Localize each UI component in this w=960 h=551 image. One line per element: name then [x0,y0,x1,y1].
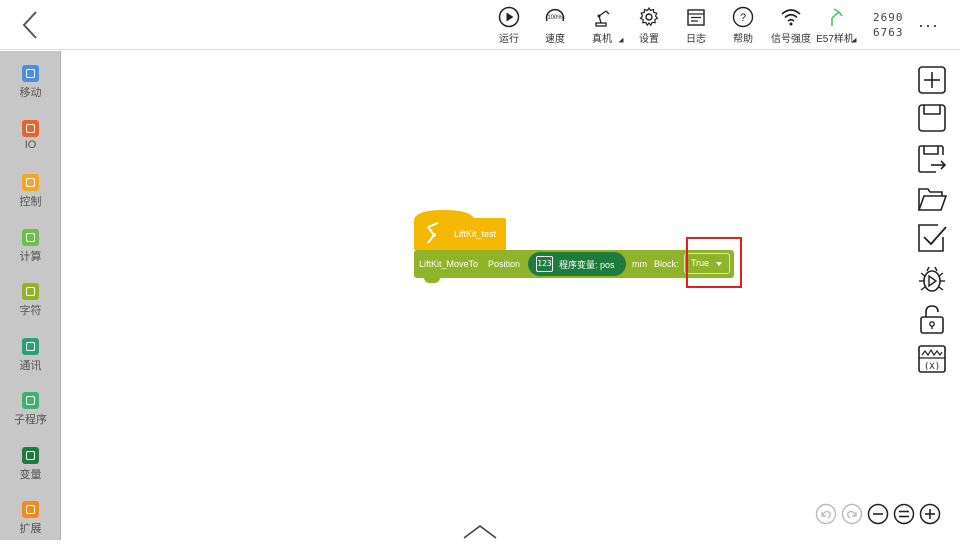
hat-block-label: LiftKit_test [454,229,497,239]
block-connector [424,277,440,283]
speed-value: 100% [547,15,563,21]
corner-caret-icon [618,37,624,43]
run-label: 运行 [499,34,519,45]
speed-button[interactable]: 100% 速度 [530,6,580,48]
signal-strength-label: 信号强度 [771,34,811,45]
folder-open-icon[interactable] [916,183,948,215]
variable-monitor-icon[interactable]: (X) [916,343,948,375]
category-control-label: 控制 [19,196,42,208]
category-move[interactable]: 移动 [0,65,61,115]
save-as-icon[interactable] [916,143,948,175]
run-button[interactable]: 运行 [484,6,534,48]
category-sidebar: 移动 IO 控制 计算 字符 通讯 子程序 变量 扩展 [0,51,61,540]
category-calculate-label: 计算 [19,251,42,263]
calculator-icon [22,229,39,246]
block-workspace[interactable] [62,51,960,540]
check-program-icon[interactable] [916,222,948,254]
coordinate-line-1: 2690 [873,11,904,24]
subprogram-icon [22,392,39,409]
back-button[interactable] [18,8,44,42]
unit-label: mm [632,259,647,269]
svg-text:(X): (X) [924,362,940,372]
category-extension[interactable]: 扩展 [0,501,61,551]
settings-label: 设置 [639,34,659,45]
svg-text:?: ? [740,12,746,24]
zoom-in-icon[interactable] [919,503,941,525]
speed-label: 速度 [545,34,565,45]
position-label: Position [488,259,521,269]
category-variable[interactable]: 变量 [0,447,61,497]
category-subprogram[interactable]: 子程序 [0,392,61,442]
help-button[interactable]: ? 帮助 [718,6,768,48]
category-io[interactable]: IO [0,120,61,170]
category-move-label: 移动 [19,87,42,99]
variable-label: 程序变量: pos [559,260,615,270]
chevron-left-icon [22,11,37,39]
command-label: LiftKit_MoveTo [419,259,479,269]
play-icon [498,6,520,28]
category-string-label: 字符 [19,305,42,317]
log-button[interactable]: 日志 [671,6,721,48]
robot-arm-icon [595,10,610,27]
top-toolbar: 运行 100% 速度 真机 设置 日志 ? 帮助 信号强度 E57样机 2690… [0,0,960,50]
save-icon[interactable] [916,102,948,134]
category-extension-label: 扩展 [19,523,42,535]
control-icon [22,174,39,191]
zoom-reset-icon[interactable] [893,503,915,525]
robot-model-button[interactable]: E57样机 [810,6,860,48]
speed-gauge-icon: 100% [545,8,565,22]
robot-model-icon [831,8,843,26]
corner-caret-icon [851,37,857,43]
zoom-out-icon[interactable] [867,503,889,525]
wifi-icon [781,9,801,26]
debug-bug-icon[interactable] [916,263,948,295]
category-control[interactable]: 控制 [0,174,61,224]
unlock-icon[interactable] [916,303,948,335]
more-menu-button[interactable]: ··· [918,15,939,36]
category-variable-label: 变量 [19,469,42,481]
variable-icon [22,447,39,464]
log-icon [687,9,705,26]
redo-icon[interactable] [841,503,863,525]
help-label: 帮助 [733,34,753,45]
move-icon [22,65,39,82]
category-subprogram-label: 子程序 [14,414,47,426]
coordinate-readout: 2690 6763 [873,10,904,40]
block-param-label: Block: [654,259,679,269]
category-communication-label: 通讯 [19,360,42,372]
highlight-box [686,237,742,288]
undo-icon[interactable] [815,503,837,525]
settings-button[interactable]: 设置 [624,6,674,48]
category-io-label: IO [24,139,37,151]
io-icon [22,120,39,137]
real-machine-button[interactable]: 真机 [577,6,627,48]
category-communication[interactable]: 通讯 [0,338,61,388]
category-calculate[interactable]: 计算 [0,229,61,279]
string-icon [22,283,39,300]
numeric-variable-icon: 123 [536,256,553,272]
log-label: 日志 [686,34,706,45]
gear-icon [639,6,659,27]
help-icon: ? [732,6,754,28]
coordinate-line-2: 6763 [873,26,904,39]
category-string[interactable]: 字符 [0,283,61,333]
chevron-up-icon[interactable] [462,522,498,540]
extension-icon [22,501,39,518]
signal-strength-button[interactable]: 信号强度 [766,6,816,48]
new-program-icon[interactable] [916,64,948,96]
communication-icon [22,338,39,355]
